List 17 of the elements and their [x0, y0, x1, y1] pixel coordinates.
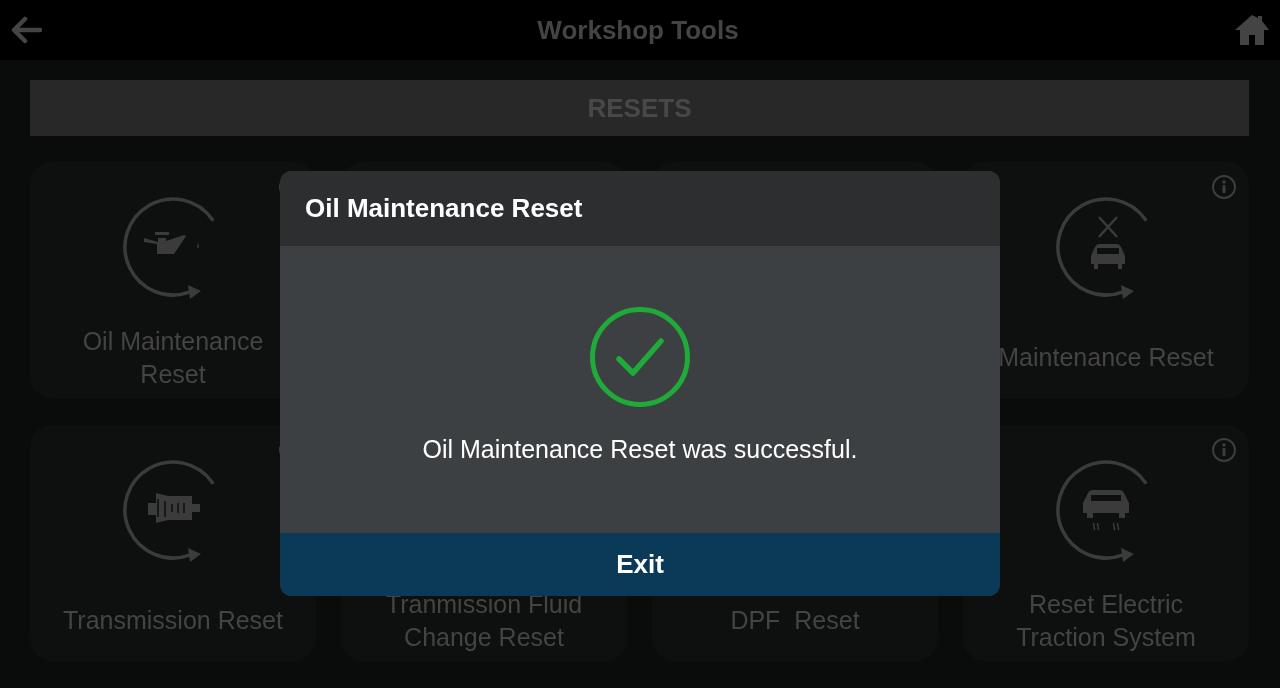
cycle-arrow-icon	[1056, 197, 1148, 299]
car-tools-icon	[1091, 215, 1125, 269]
screen-title: Workshop Tools	[537, 14, 739, 46]
back-button[interactable]	[10, 15, 42, 45]
transmission-icon	[148, 493, 200, 523]
back-arrow-icon	[10, 15, 42, 45]
dialog-message: Oil Maintenance Reset was successful.	[422, 435, 858, 464]
exit-button[interactable]: Exit	[280, 533, 1000, 596]
cycle-arrow-icon	[123, 197, 215, 299]
info-icon[interactable]	[1211, 174, 1237, 200]
home-button[interactable]	[1234, 14, 1270, 46]
oil-can-icon	[144, 232, 199, 254]
cycle-arrow-icon	[1056, 460, 1148, 562]
cycle-arrow-icon	[123, 460, 215, 562]
home-icon	[1234, 14, 1270, 46]
info-icon[interactable]	[1211, 437, 1237, 463]
car-skid-icon	[1083, 490, 1129, 531]
